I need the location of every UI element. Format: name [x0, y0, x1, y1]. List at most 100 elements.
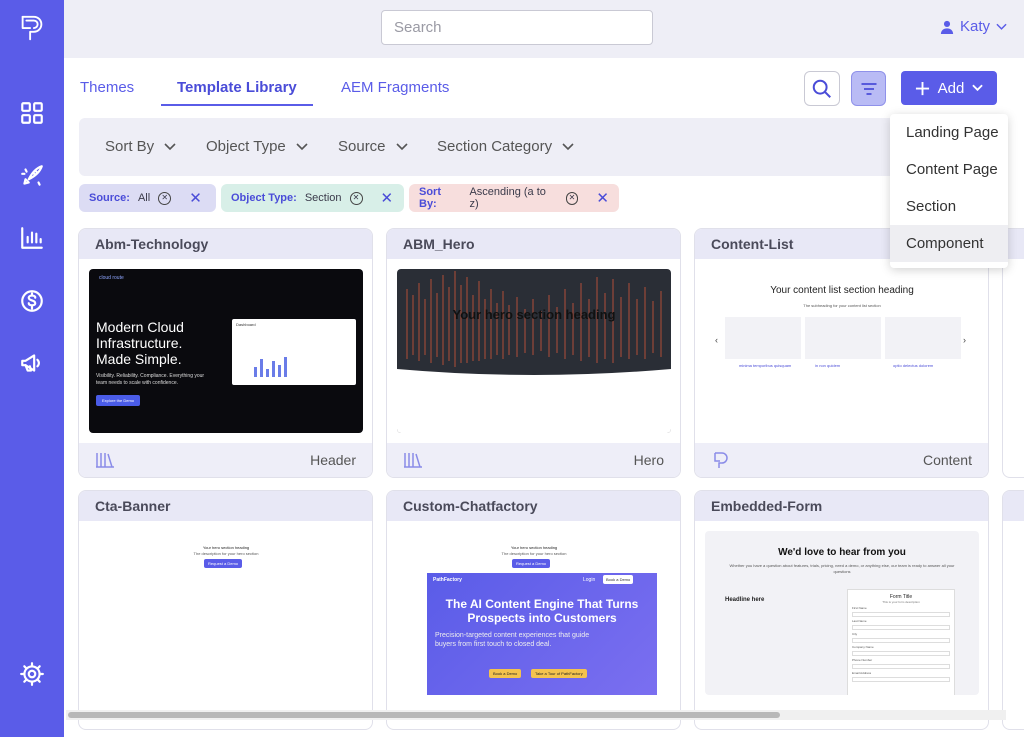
form-field: Company Name: [852, 645, 874, 649]
form-field: First Name: [852, 606, 867, 610]
preview-heading: Your hero section heading: [452, 307, 616, 322]
gear-icon[interactable]: [16, 658, 48, 690]
preview-subtext: Visibility. Reliability. Compliance. Eve…: [96, 373, 205, 386]
card-category: Hero: [633, 452, 664, 468]
card-title: Custom-Chatfactory: [387, 491, 680, 521]
tab-themes[interactable]: Themes: [80, 79, 134, 104]
template-card-partial[interactable]: [1002, 490, 1024, 730]
clear-circle-icon[interactable]: ✕: [158, 191, 172, 205]
chevron-down-icon: [395, 142, 408, 150]
preview-heading: Your hero section heading: [202, 545, 250, 550]
scrollbar-thumb[interactable]: [68, 712, 780, 718]
card-category: Header: [310, 452, 356, 468]
preview-cta: Request a Demo: [512, 559, 551, 568]
dashboard-mock: Dashboard: [232, 319, 356, 385]
remove-chip-icon[interactable]: ✕: [189, 189, 202, 207]
source-dropdown[interactable]: Source: [338, 138, 408, 155]
chevron-down-icon: [972, 84, 984, 92]
section-category-label: Section Category: [437, 138, 553, 155]
preview-link: optio delectus dolorem: [893, 363, 934, 368]
preview-heading: Your hero section heading: [510, 545, 558, 550]
search-button[interactable]: [804, 71, 840, 106]
add-button-label: Add: [937, 79, 965, 97]
remove-chip-icon[interactable]: ✕: [596, 189, 609, 207]
object-type-label: Object Type: [206, 138, 286, 155]
card-title: ABM_Hero: [387, 229, 680, 259]
banner-login: Login: [583, 577, 596, 583]
preview-cta: Explore the Demo: [96, 395, 141, 406]
bar-chart-icon[interactable]: [16, 222, 48, 254]
object-type-dropdown[interactable]: Object Type: [206, 138, 308, 155]
preview-left-heading: Headline here: [725, 597, 765, 603]
card-preview: cloud route Modern Cloud Infrastructure.…: [89, 269, 363, 433]
card-footer: Header: [79, 443, 372, 477]
preview-heading: We'd love to hear from you: [778, 547, 906, 558]
card-title: Abm-Technology: [79, 229, 372, 259]
banner-btn2: Take a Tour of PathFactory: [531, 669, 587, 678]
menu-item-component[interactable]: Component: [890, 225, 1008, 262]
preview-heading: Your content list section heading: [770, 285, 914, 296]
source-label: Source: [338, 138, 386, 155]
user-icon: [940, 20, 954, 34]
clear-circle-icon[interactable]: ✕: [565, 191, 579, 205]
chip-value: All: [137, 192, 151, 204]
form-field: Email Address: [852, 671, 872, 675]
menu-item-landing-page[interactable]: Landing Page: [890, 114, 1008, 151]
template-card-embedded-form[interactable]: Embedded-Form We'd love to hear from you…: [694, 490, 989, 730]
template-card-abm-technology[interactable]: Abm-Technology cloud route Modern Cloud …: [78, 228, 373, 478]
template-card-abm-hero[interactable]: ABM_Hero Your hero section heading Hero: [386, 228, 681, 478]
card-preview: Your hero section heading: [397, 269, 671, 433]
clear-circle-icon[interactable]: ✕: [349, 191, 363, 205]
rocket-icon[interactable]: [16, 160, 48, 192]
logo-icon[interactable]: [16, 12, 48, 44]
chip-value: Section: [304, 192, 342, 204]
preview-headline: Modern Cloud Infrastructure. Made Simple…: [96, 319, 184, 367]
search-input[interactable]: [381, 10, 653, 45]
chevron-down-icon: [164, 142, 176, 150]
template-card-custom-chatfactory[interactable]: Custom-Chatfactory Your hero section hea…: [386, 490, 681, 730]
form-field: Last Name: [852, 619, 867, 623]
card-preview: Your content list section heading The su…: [705, 269, 979, 433]
user-name: Katy: [960, 18, 991, 35]
horizontal-scrollbar[interactable]: [66, 710, 1006, 720]
card-preview: Your hero section heading The descriptio…: [397, 531, 671, 695]
template-card-cta-banner[interactable]: Cta-Banner Your hero section heading The…: [78, 490, 373, 730]
dollar-icon[interactable]: [16, 285, 48, 317]
form-field: Phone Number: [852, 658, 873, 662]
search-icon: [812, 79, 831, 98]
preview-link: in non quidem: [815, 363, 841, 368]
card-title: Embedded-Form: [695, 491, 988, 521]
filter-button[interactable]: [851, 71, 886, 106]
chip-key: Sort By:: [419, 186, 441, 210]
banner-headline: The AI Content Engine That Turns Prospec…: [445, 597, 639, 625]
preview-link: minima temporibus quisquam: [739, 363, 792, 368]
dashboard-title: Dashboard: [236, 322, 256, 327]
hero-pattern: [397, 271, 671, 433]
preview-sub: The description for your hero section: [193, 551, 259, 556]
grid-icon[interactable]: [16, 97, 48, 129]
sort-by-dropdown[interactable]: Sort By: [105, 138, 176, 155]
section-category-dropdown[interactable]: Section Category: [437, 138, 574, 155]
banner-body: Precision-targeted content experiences t…: [435, 632, 590, 648]
card-title: [1003, 491, 1024, 521]
card-preview: We'd love to hear from you Whether you h…: [705, 531, 979, 695]
sidebar: [0, 0, 64, 737]
preview-cta: Request a Demo: [204, 559, 243, 568]
chevron-down-icon: [996, 23, 1007, 30]
menu-item-section[interactable]: Section: [890, 188, 1008, 225]
add-menu: Landing Page Content Page Section Compon…: [890, 114, 1008, 268]
filter-chip-source: Source: All ✕ ✕: [79, 184, 216, 212]
add-button[interactable]: Add: [901, 71, 997, 105]
preview-sub: The subheading for your content list sec…: [803, 303, 881, 308]
tab-template-library[interactable]: Template Library: [161, 79, 313, 106]
remove-chip-icon[interactable]: ✕: [381, 189, 394, 207]
chip-key: Object Type:: [231, 192, 297, 204]
tab-aem-fragments[interactable]: AEM Fragments: [341, 79, 449, 104]
megaphone-icon[interactable]: [16, 347, 48, 379]
carousel-prev-icon: ‹: [715, 335, 718, 345]
menu-item-content-page[interactable]: Content Page: [890, 151, 1008, 188]
user-menu[interactable]: Katy: [940, 18, 1007, 35]
pathfactory-logo-icon: [714, 452, 728, 468]
library-icon: [96, 453, 114, 468]
form-mock: Form Title This is your form description…: [847, 589, 955, 695]
